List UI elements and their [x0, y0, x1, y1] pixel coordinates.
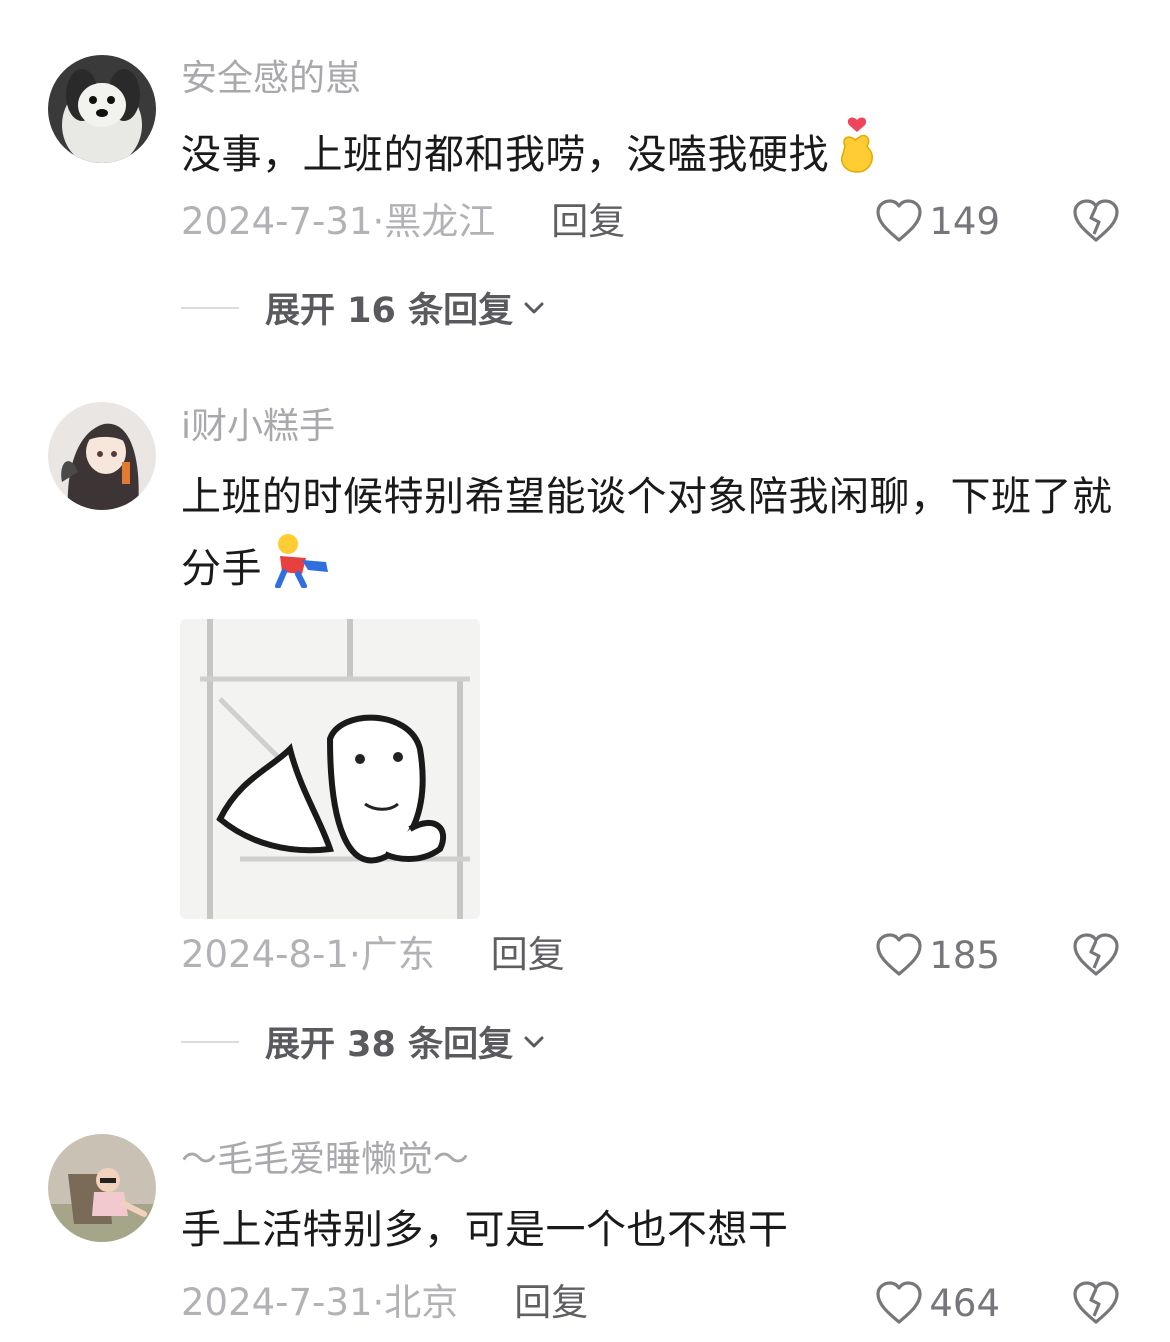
like-button[interactable]: 464: [875, 1280, 1000, 1326]
avatar[interactable]: [48, 1134, 156, 1242]
username[interactable]: ～毛毛爱睡懒觉～: [181, 1138, 469, 1182]
separator: ·: [372, 1281, 385, 1324]
comment-item: ～毛毛爱睡懒觉～ 手上活特别多，可是一个也不想干 2024-7-31 · 北京 …: [0, 0, 1170, 1342]
comment-text-body: 手上活特别多，可是一个也不想干: [181, 1207, 789, 1253]
like-count: 464: [929, 1281, 1000, 1325]
reply-button[interactable]: 回复: [514, 1281, 588, 1325]
dislike-button[interactable]: [1072, 1280, 1120, 1330]
child-in-chair-avatar-icon: [48, 1134, 156, 1242]
broken-heart-icon: [1073, 1281, 1119, 1324]
heart-icon: [876, 1281, 922, 1324]
comment-meta: 2024-7-31 · 北京 回复: [181, 1281, 588, 1325]
comment-date: 2024-7-31: [181, 1281, 373, 1324]
comment-text: 手上活特别多，可是一个也不想干: [181, 1195, 1121, 1265]
comment-location: 北京: [384, 1281, 459, 1324]
